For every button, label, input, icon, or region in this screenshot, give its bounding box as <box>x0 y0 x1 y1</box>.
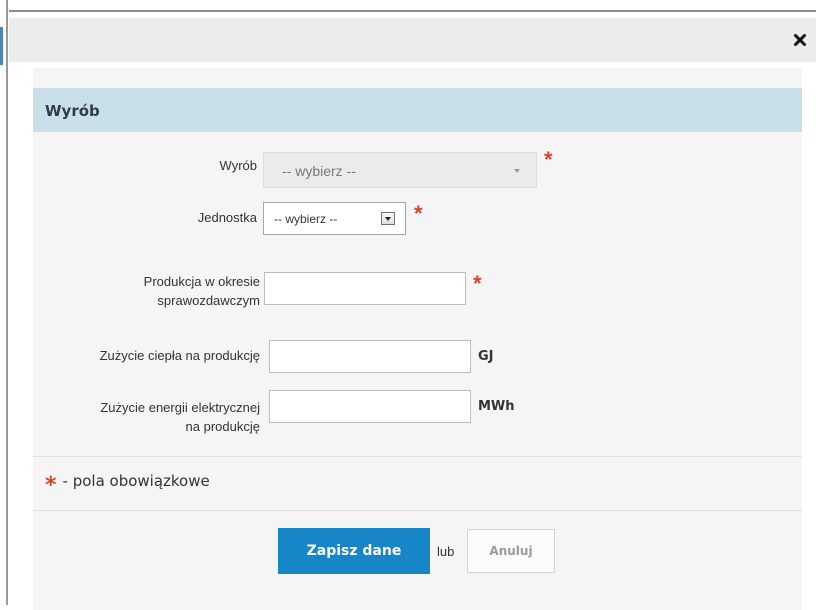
or-label: lub <box>437 544 455 559</box>
unit-label: Jednostka <box>197 210 257 225</box>
chevron-down-icon <box>514 169 520 173</box>
modal-dialog: Wyrób Wyrób -- wybierz -- * Jednostka --… <box>9 10 816 610</box>
production-label: Produkcja w okresie sprawozdawczym <box>53 272 260 310</box>
heat-label: Zużycie ciepła na produkcję <box>99 348 260 363</box>
required-legend-text: - pola obowiązkowe <box>62 472 210 490</box>
save-button[interactable]: Zapisz dane <box>278 528 430 574</box>
product-select[interactable]: -- wybierz -- <box>263 152 537 188</box>
divider <box>33 456 802 457</box>
close-icon <box>794 34 806 46</box>
heat-input[interactable] <box>269 340 471 373</box>
heat-unit: GJ <box>478 349 494 364</box>
required-legend: * - pola obowiązkowe <box>45 472 210 498</box>
close-button[interactable] <box>792 32 808 48</box>
energy-label-line2: na produkcję <box>185 419 260 434</box>
form-panel: Wyrób Wyrób -- wybierz -- * Jednostka --… <box>33 68 802 610</box>
section-title: Wyrób <box>45 102 100 120</box>
background-accent <box>0 27 3 65</box>
unit-select[interactable]: -- wybierz -- <box>263 202 406 235</box>
product-label: Wyrób <box>219 158 257 173</box>
required-star-icon: * <box>473 271 482 296</box>
product-select-value: -- wybierz -- <box>282 163 356 179</box>
section-header: Wyrób <box>33 88 802 132</box>
energy-label-line1: Zużycie energii elektrycznej <box>100 400 260 415</box>
energy-unit: MWh <box>478 399 515 414</box>
production-input[interactable] <box>264 272 466 305</box>
background-window-edge <box>0 0 8 605</box>
required-star-icon: * <box>544 147 553 172</box>
energy-input[interactable] <box>269 390 471 423</box>
production-label-line2: sprawozdawczym <box>157 293 260 308</box>
cancel-button[interactable]: Anuluj <box>467 529 555 573</box>
unit-select-value: -- wybierz -- <box>274 212 338 226</box>
divider <box>33 510 802 511</box>
required-star-icon: * <box>45 473 57 498</box>
required-star-icon: * <box>414 201 423 226</box>
production-label-line1: Produkcja w okresie <box>143 274 260 289</box>
dropdown-arrow-icon <box>381 212 395 225</box>
dialog-titlebar <box>9 18 816 62</box>
energy-label: Zużycie energii elektrycznej na produkcj… <box>33 398 260 436</box>
